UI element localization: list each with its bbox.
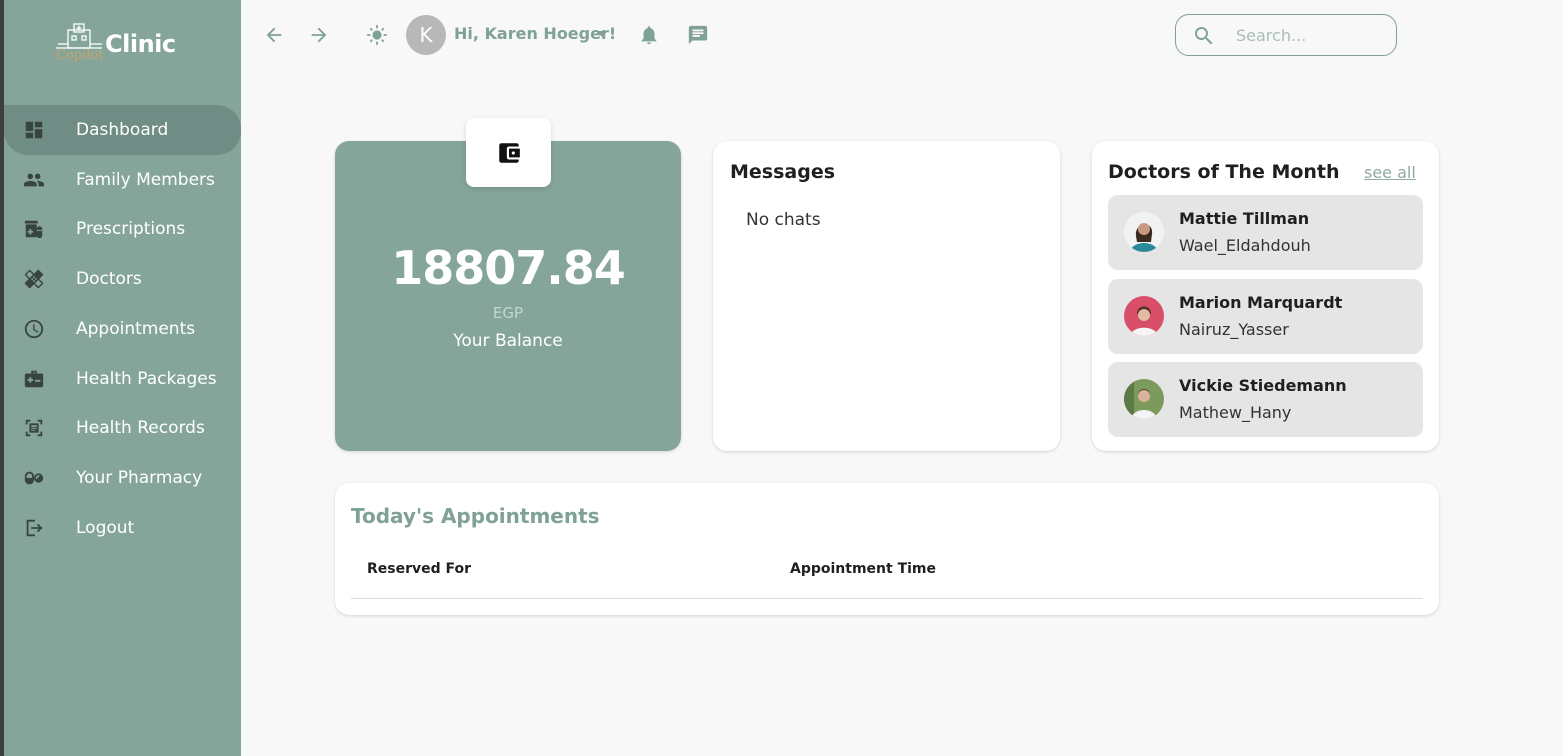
- theme-toggle-button[interactable]: [360, 18, 394, 52]
- doctor-name: Vickie Stiedemann: [1179, 376, 1347, 395]
- balance-card: 18807.84 EGP Your Balance: [335, 118, 681, 451]
- people-icon: [22, 168, 46, 192]
- doctor-name: Marion Marquardt: [1179, 293, 1343, 312]
- todays-appointments-card: Today's Appointments Reserved For Appoin…: [335, 483, 1439, 615]
- column-header-appointment-time[interactable]: Appointment Time: [790, 561, 936, 577]
- doctor-list-item[interactable]: Marion Marquardt Nairuz_Yasser: [1108, 279, 1423, 354]
- doctor-list-item[interactable]: Mattie Tillman Wael_Eldahdouh: [1108, 195, 1423, 270]
- sidebar: Copilot Clinic Dashboard Family Members …: [4, 0, 241, 756]
- sidebar-item-label: Family Members: [76, 170, 215, 190]
- sun-icon: [366, 24, 388, 46]
- sidebar-item-health-records[interactable]: Health Records: [4, 403, 241, 453]
- doctor-avatar: [1124, 379, 1164, 419]
- user-greeting-menu[interactable]: Hi, Karen Hoeger!: [454, 24, 616, 43]
- sidebar-item-label: Health Records: [76, 418, 205, 438]
- sidebar-item-logout[interactable]: Logout: [4, 503, 241, 553]
- prescription-icon: [22, 217, 46, 241]
- arrow-right-icon: [311, 27, 327, 43]
- search-box[interactable]: [1175, 14, 1397, 56]
- sidebar-item-label: Health Packages: [76, 369, 217, 389]
- chat-icon: [688, 25, 708, 45]
- wallet-icon: [498, 142, 520, 163]
- forward-button[interactable]: [302, 18, 336, 52]
- balance-currency: EGP: [492, 304, 524, 322]
- dashboard-icon: [22, 118, 46, 142]
- doctor-username: Wael_Eldahdouh: [1179, 236, 1311, 255]
- bandage-icon: [22, 267, 46, 291]
- sidebar-item-label: Dashboard: [76, 120, 169, 140]
- chevron-down-icon[interactable]: [597, 31, 607, 37]
- messages-card: Messages No chats: [713, 141, 1060, 451]
- brand-subtitle: Copilot: [56, 48, 104, 63]
- doctor-username: Mathew_Hany: [1179, 403, 1292, 422]
- pills-icon: [22, 466, 46, 490]
- back-button[interactable]: [257, 18, 291, 52]
- doctor-avatar: [1124, 212, 1164, 252]
- doctors-of-month-card: Doctors of The Month see all Mattie Till…: [1092, 141, 1439, 451]
- search-input[interactable]: [1236, 23, 1376, 47]
- search-icon: [1192, 24, 1216, 48]
- column-header-reserved-for[interactable]: Reserved For: [367, 561, 471, 577]
- sidebar-item-doctors[interactable]: Doctors: [4, 254, 241, 304]
- sidebar-item-label: Your Pharmacy: [76, 468, 203, 488]
- notifications-button[interactable]: [632, 18, 666, 52]
- messages-title: Messages: [730, 161, 836, 183]
- messages-button[interactable]: [681, 18, 715, 52]
- todays-appointments-title: Today's Appointments: [351, 504, 600, 528]
- sidebar-item-your-pharmacy[interactable]: Your Pharmacy: [4, 453, 241, 503]
- brand-name: Clinic: [105, 30, 176, 58]
- sidebar-item-label: Logout: [76, 518, 135, 538]
- messages-empty-text: No chats: [746, 210, 821, 230]
- sidebar-item-label: Prescriptions: [76, 219, 186, 239]
- balance-amount: 18807.84: [391, 241, 626, 295]
- table-header-divider: [351, 598, 1423, 599]
- doctor-avatar: [1124, 296, 1164, 336]
- doctors-of-month-title: Doctors of The Month: [1108, 161, 1340, 183]
- wallet-badge: [466, 118, 551, 187]
- arrow-left-icon: [266, 27, 282, 43]
- balance-label: Your Balance: [453, 331, 563, 351]
- doctor-list-item[interactable]: Vickie Stiedemann Mathew_Hany: [1108, 362, 1423, 437]
- records-icon: [22, 416, 46, 440]
- user-avatar[interactable]: K: [406, 15, 446, 55]
- sidebar-item-label: Doctors: [76, 269, 142, 289]
- sidebar-item-health-packages[interactable]: Health Packages: [4, 354, 241, 404]
- sidebar-item-label: Appointments: [76, 319, 196, 339]
- doctor-username: Nairuz_Yasser: [1179, 320, 1289, 339]
- clock-icon: [22, 317, 46, 341]
- logout-icon: [22, 516, 46, 540]
- sidebar-item-prescriptions[interactable]: Prescriptions: [4, 204, 241, 254]
- doctor-name: Mattie Tillman: [1179, 209, 1310, 228]
- bell-icon: [641, 26, 657, 45]
- medical-kit-icon: [22, 367, 46, 391]
- sidebar-item-family-members[interactable]: Family Members: [4, 155, 241, 205]
- clinic-logo[interactable]: Copilot Clinic: [54, 22, 194, 68]
- sidebar-item-appointments[interactable]: Appointments: [4, 304, 241, 354]
- see-all-doctors-link[interactable]: see all: [1364, 163, 1416, 182]
- sidebar-item-dashboard[interactable]: Dashboard: [4, 105, 241, 155]
